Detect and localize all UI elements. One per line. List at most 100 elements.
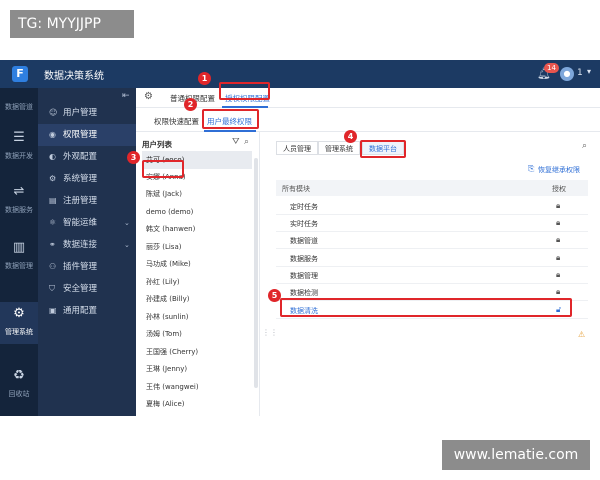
- user-row[interactable]: 王国强 (Cherry): [142, 343, 252, 361]
- module-name: 定时任务: [290, 203, 318, 211]
- table-row[interactable]: 数据管道 🔒︎: [276, 232, 588, 249]
- sidebar-item-general-config[interactable]: ▣ 通用配置: [38, 300, 136, 322]
- step-marker-2: 2: [184, 98, 197, 111]
- sidebar-item-label: 权限管理: [63, 130, 98, 140]
- connection-icon: ⚭: [49, 240, 56, 249]
- develop-icon: ☰: [13, 130, 25, 145]
- module-rail: 数据管道 ☰ 数据开发 ⇌ 数据服务 ▥ 数据管理 ⚙ 管理系统 ♻ 回收站: [0, 88, 38, 416]
- sidebar-item-permission[interactable]: ◉ 权限管理: [38, 124, 136, 146]
- sidebar-item-register[interactable]: ▤ 注册管理: [38, 190, 136, 212]
- rail-item-develop[interactable]: ☰ 数据开发: [0, 124, 38, 168]
- filter-icon[interactable]: ⛛: [232, 137, 240, 147]
- collapse-icon[interactable]: ⇤: [122, 91, 130, 101]
- module-name: 数据检测: [290, 289, 318, 297]
- rail-item-recycle[interactable]: ♻ 回收站: [0, 364, 38, 404]
- table-row[interactable]: 定时任务 🔒︎: [276, 198, 588, 215]
- lock-icon[interactable]: 🔒︎: [556, 235, 560, 245]
- table-row[interactable]: 实时任务 🔒︎: [276, 215, 588, 232]
- user-count: 1: [577, 68, 583, 78]
- user-row[interactable]: 丽莎 (Lisa): [142, 238, 252, 256]
- watermark-bottom: www.lematie.com: [442, 440, 590, 470]
- chevron-down-icon[interactable]: ▾: [587, 67, 591, 76]
- highlight-box-2: [202, 109, 259, 129]
- lock-icon[interactable]: 🔒︎: [556, 201, 560, 211]
- rail-item-label: 数据管道: [5, 103, 33, 111]
- sidebar-item-user-management[interactable]: ☺ 用户管理: [38, 102, 136, 124]
- step-marker-4: 4: [344, 130, 357, 143]
- user-row[interactable]: 王伟 (wangwei): [142, 378, 252, 396]
- user-row[interactable]: 孙建成 (Billy): [142, 290, 252, 308]
- search-icon[interactable]: ⌕: [244, 137, 249, 147]
- sidebar-item-label: 插件管理: [63, 262, 98, 272]
- manage-icon: ▥: [12, 240, 26, 255]
- sidebar-item-connection[interactable]: ⚭ 数据连接 ⌄: [38, 234, 136, 256]
- search-icon[interactable]: ⌕: [582, 141, 587, 151]
- step-marker-1: 1: [198, 72, 211, 85]
- tab-personnel[interactable]: 人员管理: [276, 141, 318, 155]
- tab-quick-config[interactable]: 权限快速配置: [154, 116, 199, 127]
- user-icon: ☺: [49, 108, 58, 117]
- tabs-level1: ⚙ 普通权限配置 授权权限配置: [136, 88, 600, 108]
- plugin-icon: ⚇: [49, 262, 57, 271]
- table-row[interactable]: 数据服务 🔒︎: [276, 250, 588, 267]
- module-name: 数据管道: [290, 237, 318, 245]
- gear-icon: ⚙: [13, 306, 25, 321]
- permission-panel: 人员管理 管理系统 数据平台 ⌕ ⎘ 恢复继承权限 所有模块 授权 定时任务 🔒…: [266, 132, 600, 416]
- step-marker-3: 3: [127, 151, 140, 164]
- shield-icon: ⛉: [49, 284, 55, 293]
- sidebar-item-label: 安全管理: [63, 284, 98, 294]
- module-name: 数据服务: [290, 255, 318, 263]
- rail-item-service[interactable]: ⇌ 数据服务: [0, 178, 38, 222]
- sidebar-item-label: 注册管理: [63, 196, 98, 206]
- sidebar-item-appearance[interactable]: ◐ 外观配置: [38, 146, 136, 168]
- sidebar-item-label: 用户管理: [63, 108, 98, 118]
- permission-icon: ◉: [49, 130, 56, 139]
- table-row[interactable]: 数据管理 🔒︎: [276, 267, 588, 284]
- app-title: 数据决策系统: [44, 71, 104, 82]
- user-list-title: 用户列表: [142, 140, 172, 149]
- scrollbar[interactable]: [254, 158, 258, 388]
- lock-icon[interactable]: 🔒︎: [556, 287, 560, 297]
- chevron-down-icon: ⌄: [124, 219, 130, 227]
- step-marker-5: 5: [268, 289, 281, 302]
- user-row[interactable]: 孙红 (Lily): [142, 273, 252, 291]
- rail-item-admin[interactable]: ⚙ 管理系统: [0, 302, 38, 344]
- rail-item-label: 回收站: [8, 390, 30, 398]
- app-logo-icon: F: [12, 66, 28, 82]
- restore-inherit-link[interactable]: 恢复继承权限: [538, 165, 580, 175]
- avatar[interactable]: ●: [560, 67, 574, 81]
- user-row[interactable]: 韩文 (hanwen): [142, 220, 252, 238]
- sidebar-item-ops[interactable]: ⚛ 智能运维 ⌄: [38, 212, 136, 234]
- user-row[interactable]: 马功成 (Mike): [142, 255, 252, 273]
- app-window: F 数据决策系统 🔔︎ 14 ● 1 ▾ 数据管道 ☰ 数据开发 ⇌ 数据服务 …: [0, 60, 600, 416]
- gear-icon[interactable]: ⚙: [144, 91, 153, 102]
- sidebar-item-label: 数据连接: [63, 240, 98, 250]
- sidebar-item-label: 外观配置: [63, 152, 98, 162]
- highlight-box-4: [360, 140, 406, 158]
- sidebar: ⇤ ☺ 用户管理 ◉ 权限管理 ◐ 外观配置 ⚙ 系统管理 ▤ 注册管理 ⚛ 智…: [38, 88, 136, 416]
- module-name: 数据管理: [290, 272, 318, 280]
- config-icon: ▣: [49, 306, 57, 315]
- user-row[interactable]: 汤姆 (Tom): [142, 325, 252, 343]
- user-row[interactable]: 王琳 (Jenny): [142, 360, 252, 378]
- lock-icon[interactable]: 🔒︎: [556, 253, 560, 263]
- user-row[interactable]: 夏梅 (Alice): [142, 395, 252, 413]
- lock-icon[interactable]: 🔒︎: [556, 218, 560, 228]
- recycle-icon: ♻: [13, 368, 25, 383]
- palette-icon: ◐: [49, 152, 56, 161]
- service-icon: ⇌: [13, 184, 25, 199]
- rail-item-manage[interactable]: ▥ 数据管理: [0, 234, 38, 278]
- module-name: 实时任务: [290, 220, 318, 228]
- user-row[interactable]: demo (demo): [142, 203, 252, 221]
- tab-admin-system[interactable]: 管理系统: [318, 141, 360, 155]
- table-header: 所有模块 授权: [276, 180, 588, 196]
- sidebar-item-plugin[interactable]: ⚇ 插件管理: [38, 256, 136, 278]
- user-row[interactable]: 孙林 (sunlin): [142, 308, 252, 326]
- warning-icon: ⚠: [578, 330, 586, 339]
- sidebar-item-system[interactable]: ⚙ 系统管理: [38, 168, 136, 190]
- sidebar-item-security[interactable]: ⛉ 安全管理: [38, 278, 136, 300]
- ops-icon: ⚛: [49, 218, 57, 227]
- user-row[interactable]: 陈斌 (Jack): [142, 185, 252, 203]
- lock-icon[interactable]: 🔒︎: [556, 270, 560, 280]
- settings-icon: ⚙: [49, 174, 57, 183]
